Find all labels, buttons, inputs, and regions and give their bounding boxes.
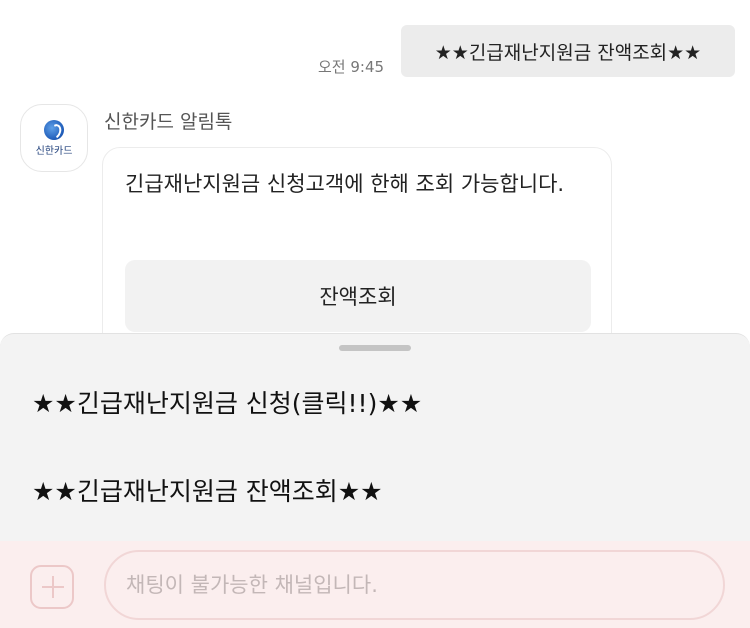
quick-reply-sheet: ★★긴급재난지원금 신청(클릭!!)★★ ★★긴급재난지원금 잔액조회★★ <box>0 333 750 548</box>
avatar[interactable]: 신한카드 <box>20 104 88 172</box>
chat-input[interactable] <box>104 550 725 620</box>
message-time: 오전 9:45 <box>318 58 385 76</box>
incoming-message-text: 긴급재난지원금 신청고객에 한해 조회 가능합니다. <box>125 172 565 196</box>
avatar-label: 신한카드 <box>35 145 73 157</box>
chat-input-bar <box>0 541 750 628</box>
shinhan-logo-icon <box>44 119 64 140</box>
quick-reply-balance-inquiry[interactable]: ★★긴급재난지원금 잔액조회★★ <box>32 472 383 508</box>
balance-inquiry-button[interactable]: 잔액조회 <box>125 260 591 332</box>
sender-name: 신한카드 알림톡 <box>104 111 233 133</box>
plus-icon[interactable] <box>30 565 74 609</box>
outgoing-message-bubble: ★★긴급재난지원금 잔액조회★★ <box>401 25 735 77</box>
sheet-drag-handle[interactable] <box>339 345 411 351</box>
quick-reply-apply[interactable]: ★★긴급재난지원금 신청(클릭!!)★★ <box>32 384 422 420</box>
